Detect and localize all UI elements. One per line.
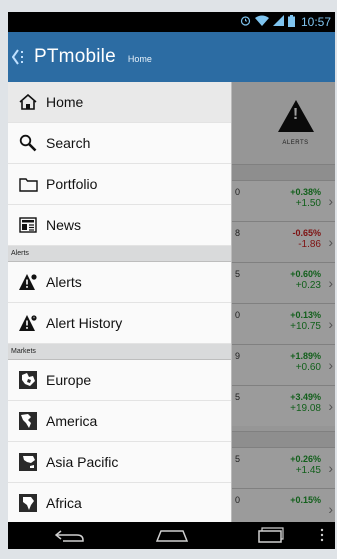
battery-icon: [287, 14, 295, 30]
drawer-item-label: Africa: [46, 495, 82, 511]
drawer-item-label: Search: [46, 135, 91, 151]
drawer-toggle-icon[interactable]: [11, 47, 28, 67]
drawer-item-america[interactable]: America: [8, 401, 231, 442]
device-screen: 10:57 PTmobile Home ! ALERTS 0 +0.38% +1.5…: [8, 12, 335, 549]
wifi-icon: [254, 15, 269, 29]
drawer-item-label: Europe: [46, 372, 92, 388]
drawer-item-portfolio[interactable]: Portfolio: [8, 164, 231, 205]
drawer-item-label: Asia Pacific: [46, 454, 119, 470]
america-map-icon: [18, 411, 38, 431]
action-bar: PTmobile Home: [8, 32, 335, 82]
search-icon: [18, 133, 38, 153]
overflow-menu-icon[interactable]: [320, 527, 324, 548]
home-nav-icon[interactable]: [155, 527, 189, 548]
drawer-section-alerts: Alerts: [8, 246, 231, 262]
drawer-item-alerts[interactable]: Alerts: [8, 262, 231, 303]
drawer-item-search[interactable]: Search: [8, 123, 231, 164]
status-time: 10:57: [300, 15, 331, 29]
asia-pacific-map-icon: [18, 452, 38, 472]
drawer-item-label: Portfolio: [46, 176, 98, 192]
drawer-section-markets: Markets: [8, 344, 231, 360]
home-icon: [18, 92, 38, 112]
drawer-item-label: Alerts: [46, 274, 82, 290]
alarm-icon: [240, 15, 251, 29]
drawer-item-label: America: [46, 413, 98, 429]
drawer-item-label: News: [46, 217, 82, 233]
status-icons: [240, 14, 295, 30]
back-icon[interactable]: [54, 527, 85, 548]
drawer-item-asia-pacific[interactable]: Asia Pacific: [8, 442, 231, 483]
status-bar: 10:57: [8, 12, 335, 32]
folder-icon: [18, 174, 38, 194]
drawer-item-label: Alert History: [46, 315, 123, 331]
drawer-item-home[interactable]: Home: [8, 82, 231, 123]
navigation-drawer: Home Search Portfolio News Alerts Alerts Alert…: [8, 82, 232, 522]
drawer-item-alert-history[interactable]: Alert History: [8, 303, 231, 344]
africa-map-icon: [18, 493, 38, 513]
news-icon: [18, 215, 38, 235]
recents-icon[interactable]: [258, 527, 284, 548]
drawer-item-label: Home: [46, 94, 84, 110]
alert-history-icon: [18, 313, 38, 333]
system-nav-bar: [8, 522, 335, 549]
signal-icon: [272, 15, 284, 29]
app-subtitle: Home: [127, 54, 152, 64]
drawer-item-europe[interactable]: Europe: [8, 360, 231, 401]
drawer-item-africa[interactable]: Africa: [8, 483, 231, 522]
alert-icon: [18, 272, 38, 292]
app-title[interactable]: PTmobile: [34, 46, 116, 68]
europe-map-icon: [18, 370, 38, 390]
drawer-item-news[interactable]: News: [8, 205, 231, 246]
